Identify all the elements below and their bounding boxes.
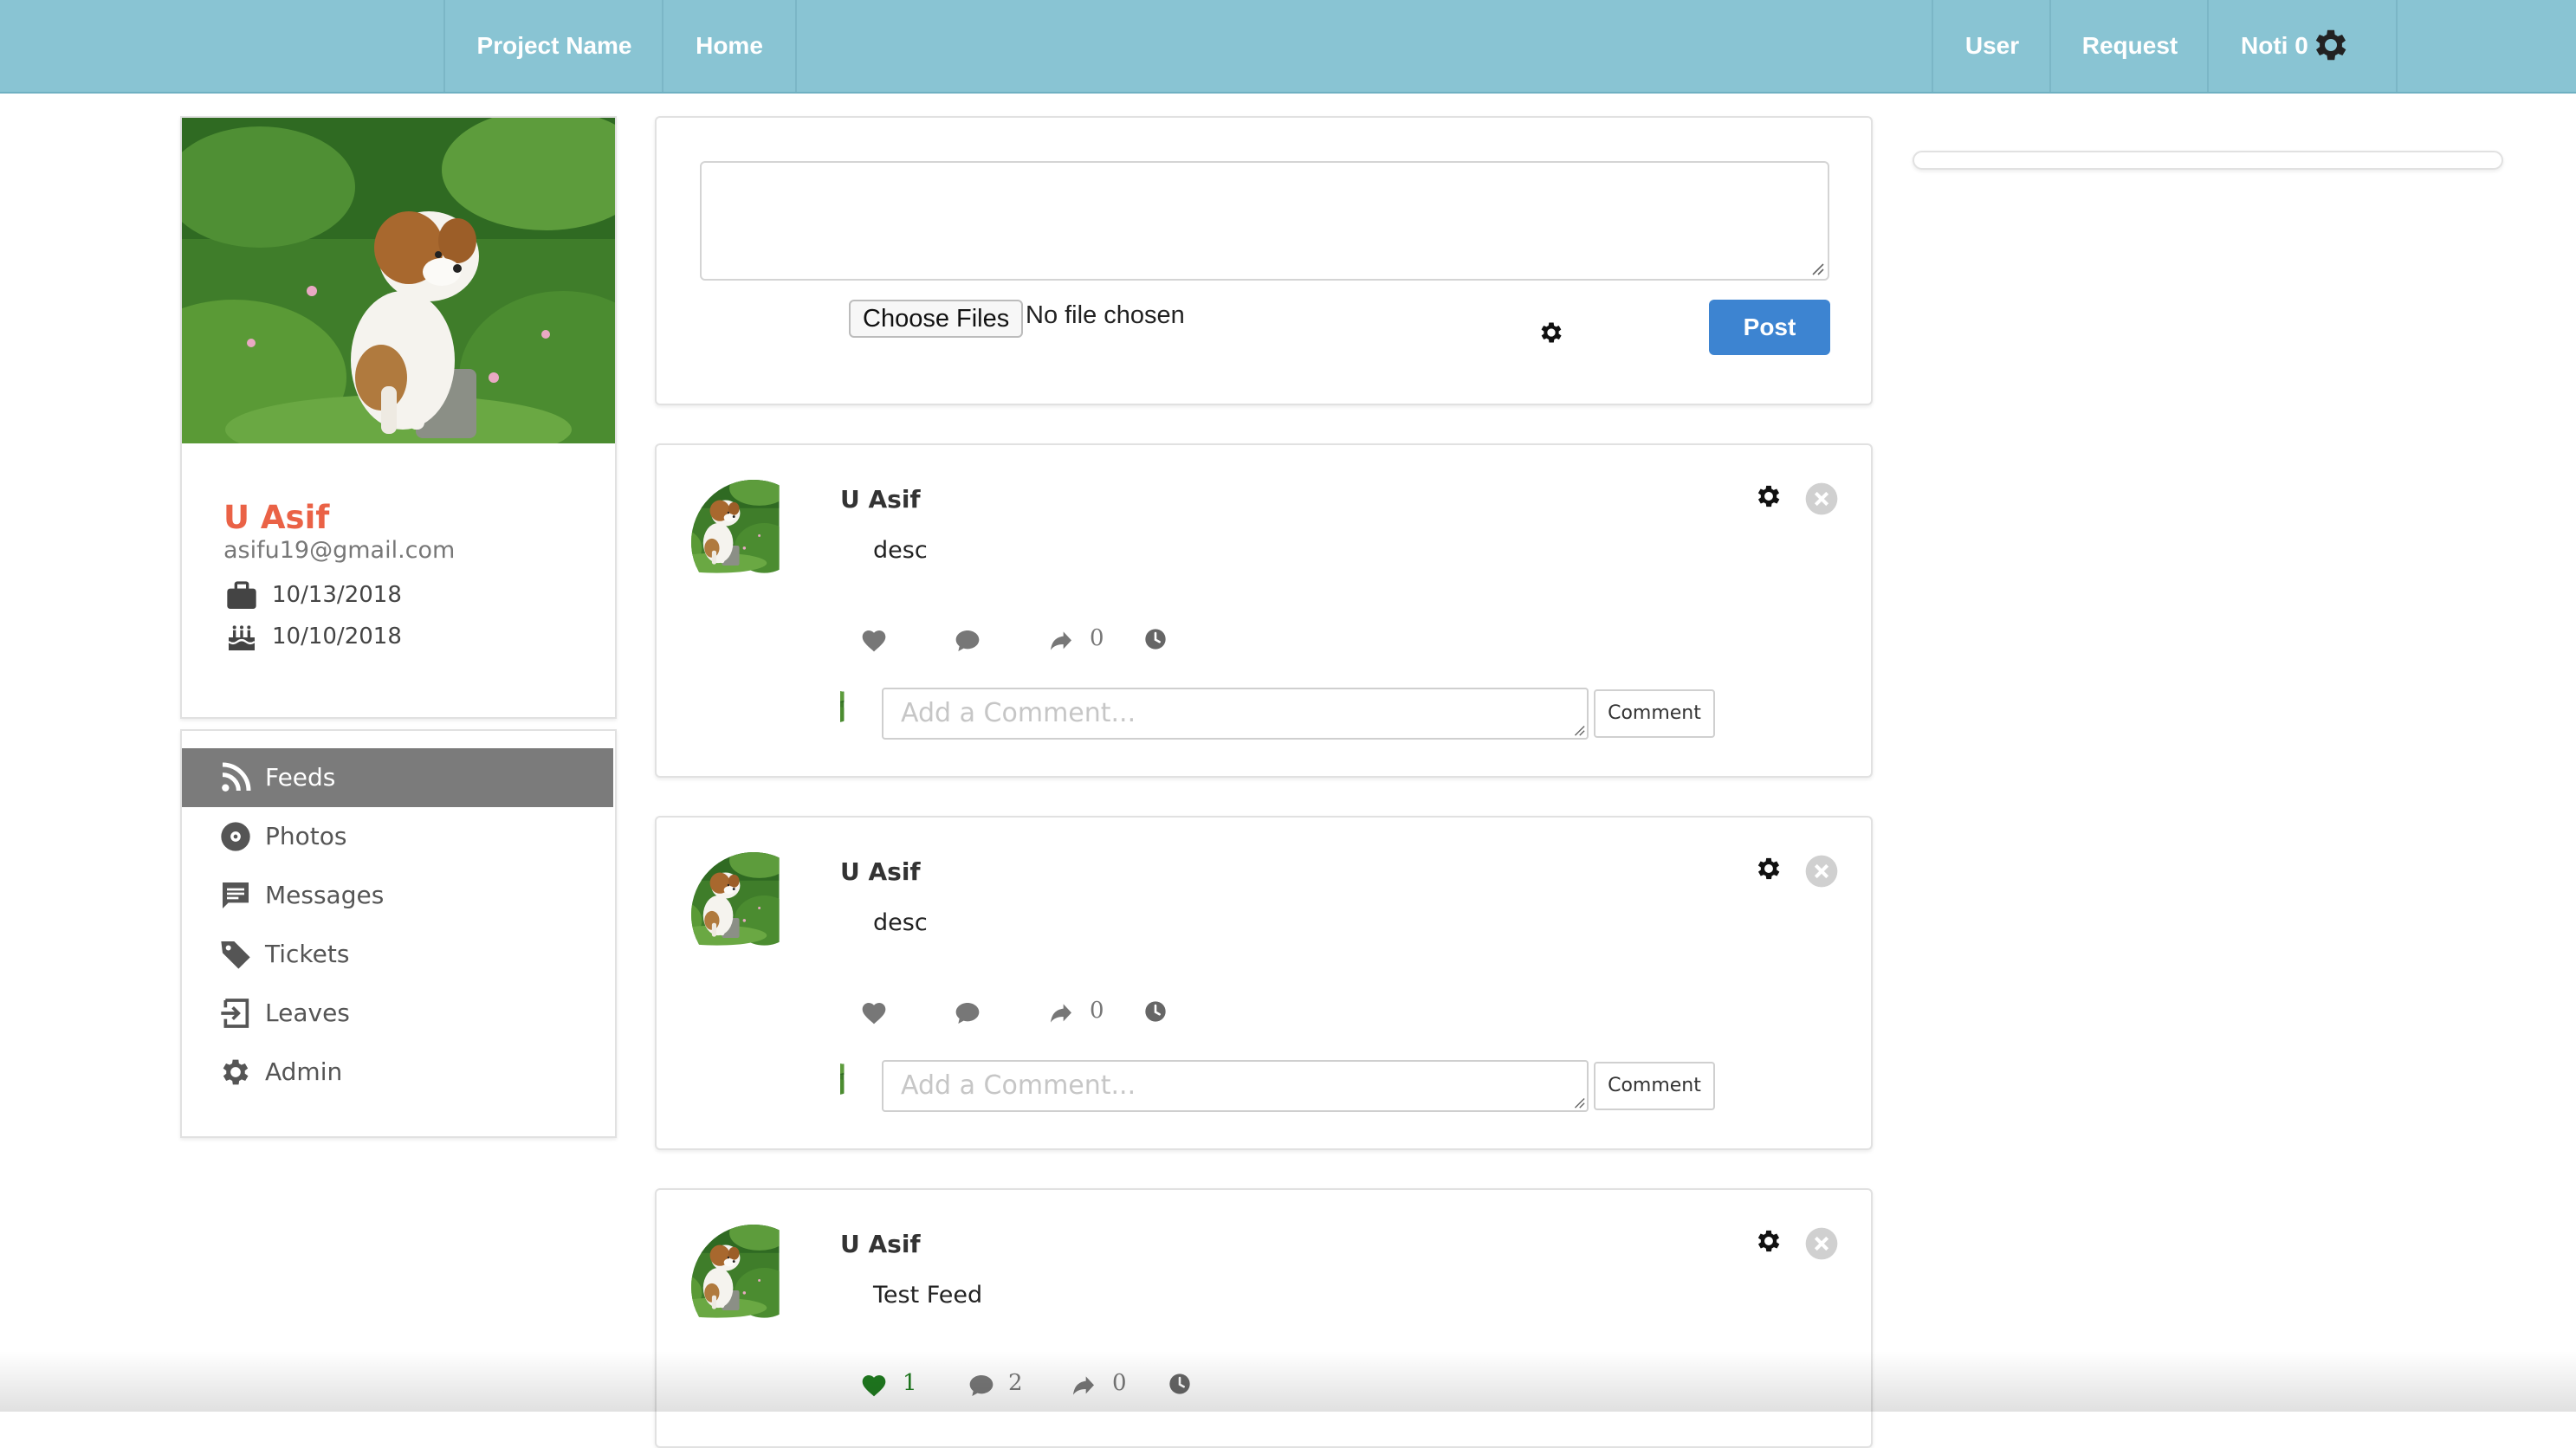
resize-grip-icon[interactable] — [1809, 260, 1824, 275]
avatar[interactable] — [691, 1225, 816, 1349]
post-button[interactable]: Post — [1709, 300, 1830, 355]
sidebar-item-leaves[interactable]: Leaves — [182, 984, 613, 1043]
sidebar-item-label: Leaves — [265, 999, 350, 1027]
post-author[interactable]: U Asif — [840, 485, 921, 514]
close-icon[interactable] — [1804, 1226, 1839, 1261]
speech-bubble-icon — [951, 999, 984, 1027]
sidebar-item-label: Tickets — [265, 940, 350, 968]
commenter-avatar — [840, 689, 878, 738]
gear-icon[interactable] — [2310, 24, 2352, 66]
speech-bubble-icon — [951, 627, 984, 655]
sidebar-item-label: Feeds — [265, 763, 336, 792]
post-text: Test Feed — [873, 1282, 983, 1309]
post-author[interactable]: U Asif — [840, 1230, 921, 1258]
gear-icon — [218, 1055, 253, 1089]
clock-icon — [1143, 999, 1168, 1024]
birth-date: 10/10/2018 — [272, 624, 402, 650]
sidebar-menu: Feeds Photos Messages Tickets Leaves Adm… — [180, 729, 617, 1138]
right-panel — [1913, 151, 2503, 170]
share-icon — [1046, 627, 1076, 655]
heart-icon — [859, 627, 889, 655]
avatar[interactable] — [691, 480, 816, 604]
sidebar-item-feeds[interactable]: Feeds — [182, 748, 613, 807]
birthday-cake-icon — [228, 625, 256, 650]
post-textarea[interactable] — [700, 161, 1829, 281]
gear-icon[interactable] — [1754, 854, 1783, 883]
nav-noti-label: Noti 0 — [2241, 32, 2308, 59]
comment-input[interactable]: Add a Comment... — [882, 1060, 1589, 1112]
nav-user[interactable]: User — [1932, 0, 2051, 92]
sidebar-item-messages[interactable]: Messages — [182, 866, 613, 925]
profile-email: asifu19@gmail.com — [223, 537, 456, 564]
disc-icon — [221, 822, 250, 851]
profile-name[interactable]: U Asif — [223, 499, 329, 536]
share-count: 0 — [1090, 625, 1104, 651]
sidebar-item-tickets[interactable]: Tickets — [182, 925, 613, 984]
clock-icon — [1143, 627, 1168, 651]
heart-icon — [859, 999, 889, 1027]
commenter-avatar — [840, 1062, 878, 1110]
resize-grip-icon[interactable] — [1571, 722, 1585, 736]
profile-photo[interactable] — [182, 118, 615, 443]
comment-placeholder: Add a Comment... — [901, 1070, 1136, 1101]
resize-grip-icon[interactable] — [1571, 1095, 1585, 1109]
comment-placeholder: Add a Comment... — [901, 698, 1136, 728]
profile-card: U Asif asifu19@gmail.com 10/13/2018 10/1… — [180, 116, 617, 719]
comment-button[interactable]: Comment — [1594, 1062, 1715, 1110]
gear-icon[interactable] — [1754, 482, 1783, 511]
join-date: 10/13/2018 — [272, 582, 402, 608]
sidebar-item-label: Photos — [265, 822, 347, 850]
comment-button[interactable]: Comment — [1594, 689, 1715, 738]
gear-icon[interactable] — [1537, 319, 1565, 346]
gear-icon[interactable] — [1754, 1226, 1783, 1256]
tag-icon — [221, 941, 250, 969]
post-text: desc — [873, 537, 928, 564]
post-author[interactable]: U Asif — [840, 857, 921, 886]
post-text: desc — [873, 909, 928, 936]
feed-post: U Asif desc 0 Add a Comment... Comment — [655, 443, 1873, 778]
message-icon — [223, 882, 249, 908]
post-composer: Choose Files No file chosen Post — [655, 116, 1873, 405]
sidebar-item-label: Admin — [265, 1057, 343, 1086]
share-icon — [1046, 999, 1076, 1027]
close-icon[interactable] — [1804, 482, 1839, 516]
comment-input[interactable]: Add a Comment... — [882, 688, 1589, 740]
nav-request[interactable]: Request — [2049, 0, 2209, 92]
avatar[interactable] — [691, 852, 816, 977]
sidebar-item-admin[interactable]: Admin — [182, 1043, 613, 1102]
sidebar-item-photos[interactable]: Photos — [182, 807, 613, 866]
top-navbar: Project Name Home User Request Noti 0 — [0, 0, 2576, 94]
sidebar-item-label: Messages — [265, 881, 385, 909]
nav-home[interactable]: Home — [662, 0, 797, 92]
rss-icon — [222, 762, 251, 792]
sign-in-icon — [221, 999, 249, 1028]
close-icon[interactable] — [1804, 854, 1839, 889]
choose-files-button[interactable]: Choose Files — [849, 300, 1024, 338]
file-status: No file chosen — [1026, 301, 1185, 329]
feed-post: U Asif desc 0 Add a Comment... Comment — [655, 816, 1873, 1150]
briefcase-icon — [227, 581, 256, 609]
nav-notifications[interactable]: Noti 0 — [2207, 0, 2398, 92]
share-count: 0 — [1090, 998, 1104, 1024]
nav-brand[interactable]: Project Name — [443, 0, 663, 92]
bottom-shadow — [0, 1351, 2576, 1412]
